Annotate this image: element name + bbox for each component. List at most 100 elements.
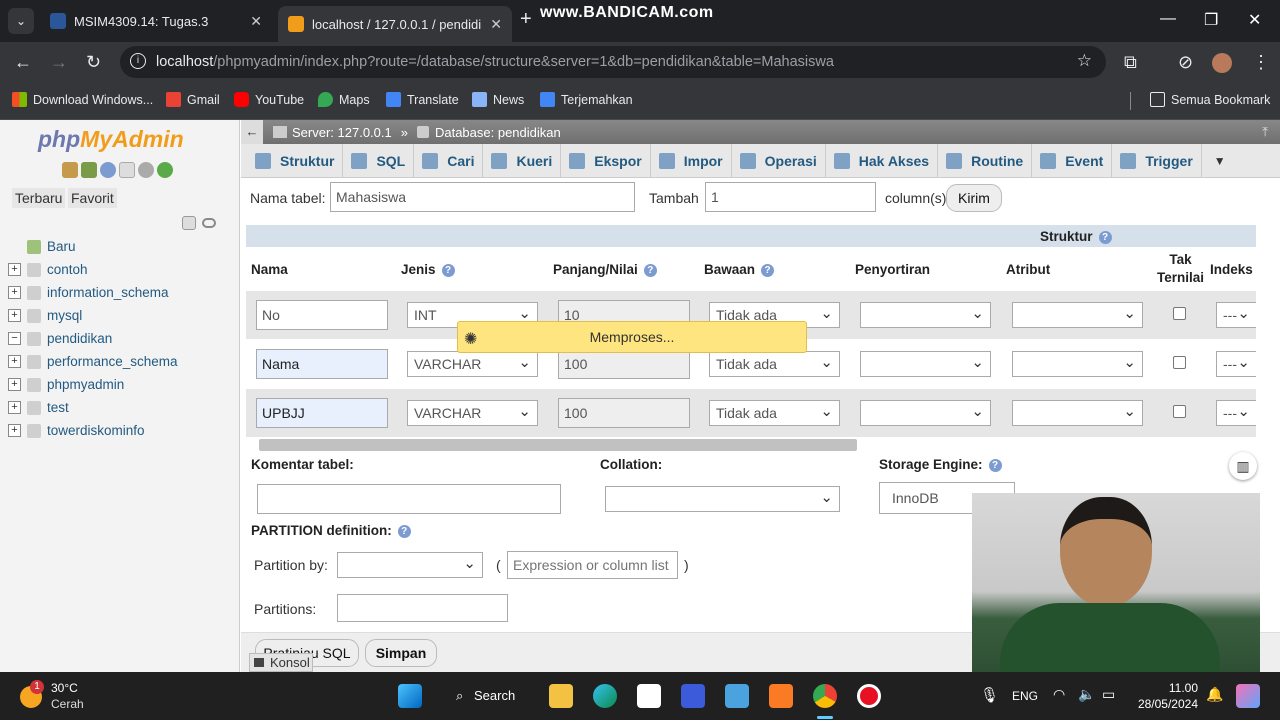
help-icon[interactable]: ? [988,458,1002,472]
tree-db-performance-schema[interactable]: + performance_schema [8,350,178,373]
go-button[interactable]: Kirim [946,184,1002,212]
help-icon[interactable]: ? [761,263,775,277]
expand-icon[interactable]: + [8,309,21,322]
column-index-select[interactable]: --- [1216,351,1256,377]
bookmark-star-icon[interactable]: ☆ [1077,51,1092,71]
xampp-icon[interactable] [769,684,793,708]
column-default-select[interactable]: Tidak ada [709,400,840,426]
column-attribute-select[interactable] [1012,351,1143,377]
table-collation-select[interactable] [605,486,840,512]
settings-icon[interactable] [138,162,154,178]
restore-icon[interactable]: ❐ [1204,10,1218,30]
phpmyadmin-logo[interactable]: phpMyAdmin [38,126,184,153]
tab-operasi[interactable]: Operasi [732,143,826,178]
tab-cari[interactable]: Cari [414,143,484,178]
expand-icon[interactable]: + [8,355,21,368]
help-icon[interactable] [100,162,116,178]
tab-struktur[interactable]: Struktur [241,143,344,178]
battery-icon[interactable]: ▭ [1102,686,1115,703]
tab-favorite[interactable]: Favorit [68,188,117,208]
browser-tab-tugas[interactable]: MSIM4309.14: Tugas.3 ✕ [40,6,272,36]
tab-trigger[interactable]: Trigger [1112,143,1202,178]
collapse-all-icon[interactable] [182,216,196,230]
breadcrumb-server[interactable]: Server: 127.0.0.1 [292,125,392,140]
partition-by-select[interactable] [337,552,483,578]
tab-search-button[interactable]: ⌄ [8,8,34,34]
column-attribute-select[interactable] [1012,400,1143,426]
home-icon[interactable] [62,162,78,178]
volume-icon[interactable]: 🔈 [1078,686,1095,703]
chrome-icon[interactable] [813,684,837,708]
store-icon[interactable] [637,684,661,708]
tree-db-information-schema[interactable]: + information_schema [8,281,178,304]
more-tabs-icon[interactable]: ▼ [1202,154,1226,168]
tree-new[interactable]: Baru [8,235,178,258]
column-type-select[interactable]: VARCHAR [407,351,538,377]
docs-book-icon[interactable]: ▥ [1229,452,1257,480]
expand-icon[interactable]: + [8,378,21,391]
language-indicator[interactable]: ENG [1012,689,1038,703]
back-icon[interactable]: ← [14,52,32,73]
new-tab-button[interactable]: + [520,8,532,31]
bookmark-youtube[interactable]: YouTube [234,92,304,107]
comment-input[interactable] [257,484,561,514]
expand-icon[interactable]: + [8,424,21,437]
logout-icon[interactable] [81,162,97,178]
tab-routine[interactable]: Routine [938,143,1033,178]
breadcrumb-database[interactable]: Database: pendidikan [435,125,561,140]
help-icon[interactable]: ? [441,263,455,277]
file-explorer-icon[interactable] [549,684,573,708]
collapse-icon[interactable]: − [8,332,21,345]
help-icon[interactable]: ? [1098,230,1112,244]
column-type-select[interactable]: VARCHAR [407,400,538,426]
url-input[interactable]: i localhost/phpmyadmin/index.php?route=/… [120,46,1106,78]
column-collation-select[interactable] [860,351,991,377]
column-length-input[interactable]: 100 [558,349,690,379]
tree-db-towerdiskominfo[interactable]: + towerdiskominfo [8,419,178,442]
tree-db-test[interactable]: + test [8,396,178,419]
bookmark-translate[interactable]: Translate [386,92,459,107]
partition-expression-input[interactable] [507,551,678,579]
weather-widget[interactable]: 1 30°C Cerah [20,680,110,714]
column-length-input[interactable]: 100 [558,398,690,428]
save-button[interactable]: Simpan [365,639,437,667]
column-null-checkbox[interactable] [1173,356,1186,369]
link-icon[interactable] [202,218,216,228]
column-null-checkbox[interactable] [1173,307,1186,320]
minimize-icon[interactable]: — [1160,10,1176,28]
add-columns-input[interactable]: 1 [705,182,876,212]
profile-avatar[interactable] [1212,53,1232,73]
collapse-nav-icon[interactable]: ← [241,120,263,144]
tab-recent[interactable]: Terbaru [12,188,66,208]
start-icon[interactable] [398,684,422,708]
copilot-icon[interactable] [1236,684,1260,708]
column-index-select[interactable]: --- [1216,400,1256,426]
docs-icon[interactable] [119,162,135,178]
bookmark-download-windows[interactable]: Download Windows... [12,92,153,107]
console-tab[interactable]: Konsol [249,653,313,672]
column-null-checkbox[interactable] [1173,405,1186,418]
bookmark-news[interactable]: News [472,92,524,107]
tab-ekspor[interactable]: Ekspor [561,143,651,178]
tab-hak-akses[interactable]: Hak Akses [826,143,939,178]
column-collation-select[interactable] [860,400,991,426]
site-info-icon[interactable]: i [130,53,146,69]
help-icon[interactable]: ? [643,263,657,277]
close-tab-icon[interactable]: ✕ [490,16,502,33]
tree-db-contoh[interactable]: + contoh [8,258,178,281]
app-icon[interactable] [681,684,705,708]
expand-icon[interactable]: + [8,401,21,414]
tree-db-pendidikan[interactable]: − pendidikan [8,327,178,350]
column-attribute-select[interactable] [1012,302,1143,328]
horizontal-scrollbar[interactable] [259,439,857,451]
taskbar-search[interactable]: ⌕ Search [446,684,526,708]
bookmark-terjemahkan[interactable]: Terjemahkan [540,92,633,107]
expand-icon[interactable]: + [8,263,21,276]
column-name-input[interactable]: Nama [256,349,388,379]
column-name-input[interactable]: No [256,300,388,330]
microphone-icon[interactable]: 🎙 [980,686,999,704]
partitions-input[interactable] [337,594,508,622]
tree-db-mysql[interactable]: + mysql [8,304,178,327]
close-window-icon[interactable]: ✕ [1248,10,1261,30]
tab-event[interactable]: Event [1032,143,1113,178]
